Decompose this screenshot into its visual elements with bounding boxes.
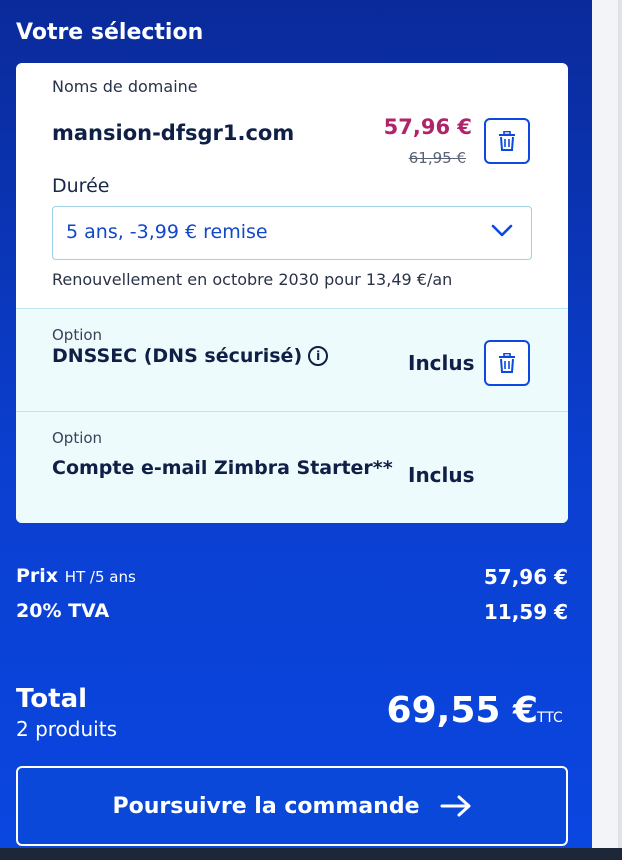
- scrollbar-track[interactable]: [618, 0, 622, 848]
- option-status: Inclus: [408, 463, 475, 487]
- total-count: 2 produits: [16, 717, 117, 741]
- tva-value: 11,59 €: [483, 600, 568, 624]
- tva-label: 20% TVA: [16, 600, 110, 622]
- continue-order-label: Poursuivre la commande: [112, 793, 420, 819]
- panel-title: Votre sélection: [16, 20, 204, 45]
- option-status: Inclus: [408, 351, 475, 375]
- price-sub: HT /5 ans: [64, 568, 136, 586]
- taskbar-edge: [0, 848, 622, 860]
- option-name: DNSSEC (DNS sécurisé) i: [52, 345, 329, 367]
- price-value: 57,96 €: [483, 565, 568, 589]
- domain-old-price: 61,95 €: [408, 149, 466, 167]
- arrow-right-icon: [440, 795, 472, 817]
- price-label: Prix HT /5 ans: [16, 565, 136, 587]
- total-suffix: TTC: [537, 710, 563, 726]
- info-icon[interactable]: i: [308, 346, 329, 366]
- option-row-email: Option Compte e-mail Zimbra Starter** In…: [16, 411, 568, 523]
- option-row-dnssec: Option DNSSEC (DNS sécurisé) i Inclus: [16, 308, 568, 411]
- option-name-text: DNSSEC (DNS sécurisé): [52, 345, 303, 367]
- chevron-down-icon: [491, 224, 513, 237]
- section-label: Noms de domaine: [52, 77, 198, 96]
- total-label: Total: [16, 684, 88, 714]
- duration-select[interactable]: 5 ans, -3,99 € remise: [52, 206, 532, 260]
- page-background-strip: [592, 0, 622, 848]
- option-label: Option: [52, 326, 103, 344]
- duration-value: 5 ans, -3,99 € remise: [66, 221, 268, 243]
- price-label-text: Prix: [16, 565, 59, 587]
- trash-icon: [499, 353, 515, 373]
- duration-label: Durée: [52, 175, 110, 197]
- option-label: Option: [52, 429, 103, 447]
- selection-panel: Votre sélection Noms de domaine mansion-…: [0, 0, 592, 848]
- delete-domain-button[interactable]: [484, 118, 530, 164]
- continue-order-button[interactable]: Poursuivre la commande: [16, 766, 568, 846]
- total-amount: 69,55 €: [386, 690, 538, 731]
- renewal-text: Renouvellement en octobre 2030 pour 13,4…: [52, 270, 453, 289]
- domain-name: mansion-dfsgr1.com: [52, 121, 295, 145]
- delete-option-button[interactable]: [484, 340, 530, 386]
- selection-card: Noms de domaine mansion-dfsgr1.com 57,96…: [16, 63, 568, 523]
- domain-price: 57,96 €: [383, 115, 472, 139]
- option-name: Compte e-mail Zimbra Starter**: [52, 457, 393, 479]
- trash-icon: [499, 131, 515, 151]
